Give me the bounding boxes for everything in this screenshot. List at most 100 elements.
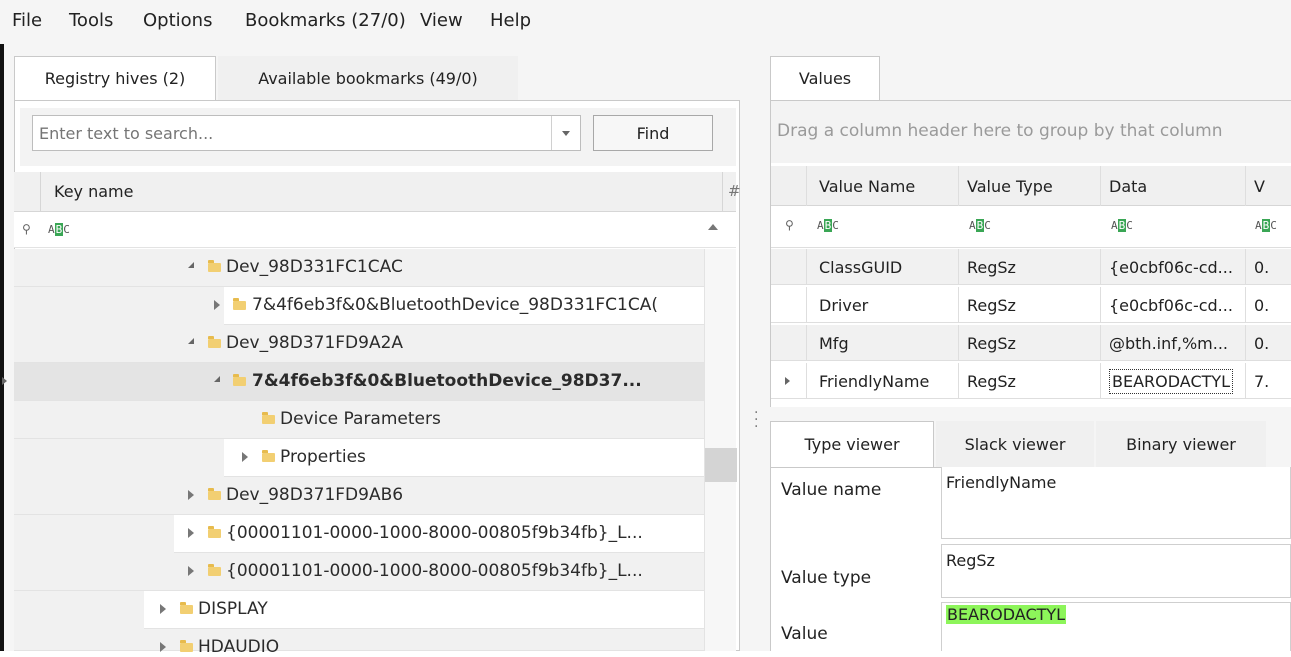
column-v[interactable]: V [1246, 166, 1291, 206]
tree-row-label: Dev_98D371FD9A2A [226, 333, 404, 353]
tab-slack-viewer[interactable]: Slack viewer [936, 421, 1094, 467]
tree-header: Key name # [14, 172, 741, 212]
value-highlight-text: BEARODACTYL [946, 605, 1067, 624]
menu-help[interactable]: Help [490, 10, 531, 31]
value-name-field[interactable]: FriendlyName [941, 467, 1291, 539]
current-row-indicator-icon [2, 377, 7, 385]
folder-icon [208, 336, 221, 348]
menu-file[interactable]: File [12, 10, 42, 31]
tab-values[interactable]: Values [770, 56, 880, 100]
tree-row[interactable]: {00001101-0000-1000-8000-00805f9b34fb}_L… [14, 515, 704, 553]
tree-row-label: Dev_98D331FC1CAC [226, 257, 403, 277]
tree-row[interactable]: 7&4f6eb3f&0&BluetoothDevice_98D331FC1CA( [14, 287, 736, 325]
table-row-selected[interactable]: FriendlyName RegSz BEARODACTYL 7. [771, 363, 1291, 399]
tree-row-label: Device Parameters [280, 409, 441, 429]
value-field[interactable]: BEARODACTYL [941, 602, 1291, 651]
find-button[interactable]: Find [593, 115, 713, 151]
cell-value-name[interactable]: ClassGUID [807, 249, 959, 285]
cell-value-name[interactable]: FriendlyName [807, 363, 959, 399]
splitter-grip-icon[interactable]: · · · [754, 406, 758, 434]
group-hint: Drag a column header here to group by th… [777, 121, 1223, 141]
column-value-type[interactable]: Value Type [959, 166, 1101, 206]
tree-scrollbar[interactable] [704, 249, 737, 651]
folder-icon [208, 488, 221, 500]
menu-tools[interactable]: Tools [69, 10, 113, 31]
cell-value-type[interactable]: RegSz [959, 363, 1101, 399]
folder-icon [262, 450, 275, 462]
cell-v[interactable]: 0. [1246, 325, 1291, 361]
tab-type-viewer[interactable]: Type viewer [770, 421, 934, 467]
tab-registry-hives[interactable]: Registry hives (2) [14, 56, 216, 100]
tab-available-bookmarks[interactable]: Available bookmarks (49/0) [218, 56, 518, 100]
collapsed-icon[interactable] [160, 604, 166, 614]
tab-binary-viewer[interactable]: Binary viewer [1096, 421, 1266, 467]
filter-pin-icon: ⚲ [785, 218, 794, 232]
scroll-up-icon[interactable] [708, 224, 718, 230]
column-value-name[interactable]: Value Name [807, 166, 959, 206]
value-name-text: FriendlyName [946, 473, 1057, 492]
menu-options[interactable]: Options [143, 10, 212, 31]
cell-data-text: BEARODACTYL [1109, 368, 1234, 394]
collapsed-icon[interactable] [188, 490, 194, 500]
tree-row[interactable]: Dev_98D371FD9A2A [14, 325, 736, 363]
folder-icon [262, 412, 275, 424]
cell-data[interactable]: {e0cbf06c-cd... [1101, 287, 1246, 323]
folder-icon [233, 374, 246, 386]
column-key-name[interactable]: Key name [54, 182, 133, 201]
group-panel[interactable]: Drag a column header here to group by th… [771, 101, 1291, 163]
collapsed-icon[interactable] [214, 300, 220, 310]
tree-row[interactable]: Properties [14, 439, 704, 477]
abc-filter-icon[interactable]: ABC [48, 223, 70, 236]
tree-row-label: Dev_98D371FD9AB6 [226, 485, 404, 505]
menu-view[interactable]: View [420, 10, 463, 31]
abc-filter-icon[interactable]: ABC [969, 219, 991, 232]
values-filter-row: ⚲ ABC ABC ABC ABC [771, 206, 1291, 248]
cell-value-type[interactable]: RegSz [959, 287, 1101, 323]
cell-value-type[interactable]: RegSz [959, 325, 1101, 361]
tree-row-selected[interactable]: 7&4f6eb3f&0&BluetoothDevice_98D37... [14, 363, 736, 401]
tree-row[interactable]: Dev_98D371FD9AB6 [14, 477, 704, 515]
cell-value-name[interactable]: Driver [807, 287, 959, 323]
label-value-name: Value name [781, 480, 882, 500]
tree-row[interactable]: DISPLAY [14, 591, 704, 629]
table-row[interactable]: Driver RegSz {e0cbf06c-cd... 0. [771, 287, 1291, 323]
column-extra[interactable]: # [728, 182, 741, 200]
tree-row[interactable]: Dev_98D331FC1CAC [14, 249, 736, 287]
expanded-icon[interactable] [188, 338, 194, 344]
tree-row[interactable]: {00001101-0000-1000-8000-00805f9b34fb}_L… [14, 553, 704, 591]
collapsed-icon[interactable] [242, 452, 248, 462]
table-row[interactable]: ClassGUID RegSz {e0cbf06c-cd... 0. [771, 249, 1291, 285]
folder-icon [180, 602, 193, 614]
collapsed-icon[interactable] [188, 528, 194, 538]
cell-data[interactable]: @bth.inf,%m... [1101, 325, 1246, 361]
collapsed-icon[interactable] [188, 566, 194, 576]
tree-scrollbar-thumb[interactable] [705, 448, 737, 482]
abc-filter-icon[interactable]: ABC [817, 219, 839, 232]
cell-v[interactable]: 7. [1246, 363, 1291, 399]
menu-bookmarks[interactable]: Bookmarks (27/0) [245, 10, 406, 31]
table-row[interactable]: Mfg RegSz @bth.inf,%m... 0. [771, 325, 1291, 361]
abc-filter-icon[interactable]: ABC [1255, 219, 1277, 232]
chevron-down-icon [562, 131, 570, 136]
tree-row-label: Properties [280, 447, 366, 467]
values-header: Value Name Value Type Data V [771, 166, 1291, 206]
search-input[interactable] [32, 115, 581, 151]
cell-value-type[interactable]: RegSz [959, 249, 1101, 285]
cell-data-focused[interactable]: BEARODACTYL [1101, 363, 1246, 399]
cell-value-name[interactable]: Mfg [807, 325, 959, 361]
cell-v[interactable]: 0. [1246, 249, 1291, 285]
expanded-icon[interactable] [188, 262, 194, 268]
tree-row[interactable]: HDAUDIO [14, 629, 704, 657]
folder-icon [208, 564, 221, 576]
cell-v[interactable]: 0. [1246, 287, 1291, 323]
abc-filter-icon[interactable]: ABC [1111, 219, 1133, 232]
tree-row-label: 7&4f6eb3f&0&BluetoothDevice_98D331FC1CA( [252, 295, 658, 315]
column-data[interactable]: Data [1101, 166, 1246, 206]
cell-data[interactable]: {e0cbf06c-cd... [1101, 249, 1246, 285]
expanded-icon[interactable] [214, 376, 220, 382]
tree-row[interactable]: Device Parameters [14, 401, 704, 439]
search-dropdown-button[interactable] [551, 116, 580, 150]
value-type-field[interactable]: RegSz [941, 544, 1291, 598]
folder-icon [208, 260, 221, 272]
splitter[interactable]: · · · [745, 44, 765, 651]
